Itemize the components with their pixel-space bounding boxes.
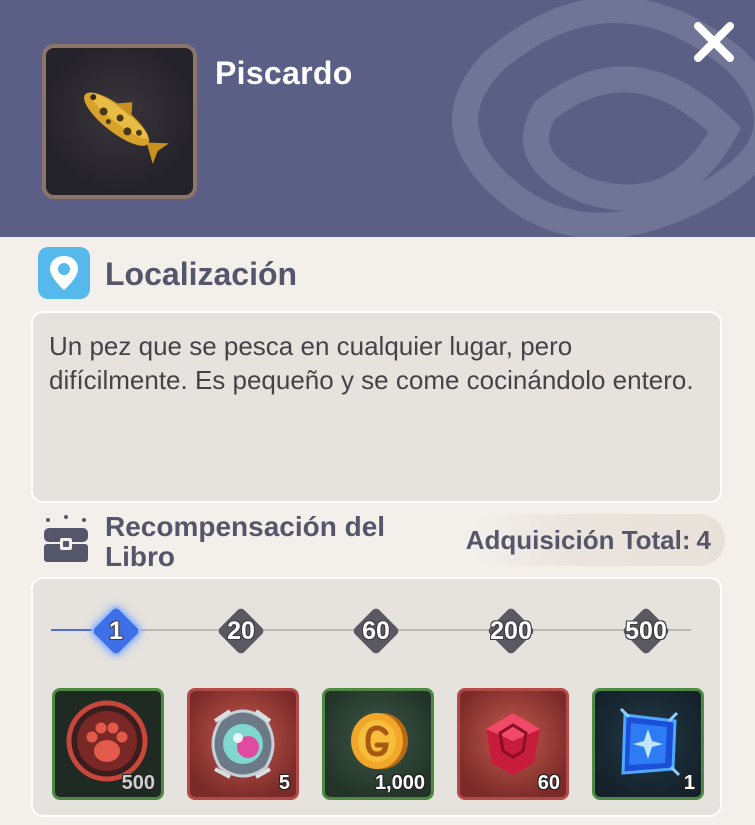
reward-slot-2[interactable]: 5 [187, 688, 299, 800]
close-button[interactable] [688, 16, 740, 68]
close-icon [694, 22, 734, 62]
milestone-label: 20 [227, 616, 255, 645]
reward-slot-5[interactable]: 1 [592, 688, 704, 800]
milestone-200[interactable]: 200 [486, 606, 536, 656]
reward-quantity: 500 [121, 772, 155, 794]
milestone-label: 500 [625, 616, 667, 645]
map-pin-icon [50, 256, 78, 290]
milestone-20[interactable]: 20 [216, 606, 266, 656]
item-header: Piscardo [0, 0, 755, 237]
golden-fish-icon [84, 92, 169, 164]
book-reward-title: Recompensación del Libro [105, 511, 386, 572]
total-acquisition-badge: Adquisición Total: 4 [466, 514, 725, 566]
milestone-label: 60 [362, 616, 390, 645]
location-section-icon [38, 247, 90, 299]
milestone-60[interactable]: 60 [351, 606, 401, 656]
reward-slot-1[interactable]: 500 [52, 688, 164, 800]
item-name: Piscardo [215, 55, 353, 91]
reward-slot-4[interactable]: 60 [457, 688, 569, 800]
location-section-title: Localización [105, 256, 298, 292]
reward-quantity: 5 [278, 772, 290, 794]
milestone-label: 1 [109, 616, 123, 645]
milestone-500[interactable]: 500 [621, 606, 671, 656]
reward-slot-3[interactable]: 1,000 [322, 688, 434, 800]
item-description: Un pez que se pesca en cualquier lugar, … [49, 331, 694, 395]
item-description-box: Un pez que se pesca en cualquier lugar, … [31, 311, 722, 503]
treasure-chest-icon [40, 514, 92, 564]
total-acquisition-label: Adquisición Total: [465, 524, 691, 555]
total-acquisition-count: 4 [696, 524, 711, 555]
milestone-label: 200 [490, 616, 532, 645]
reward-quantity: 1,000 [374, 772, 425, 794]
reward-quantity: 60 [537, 772, 560, 794]
reward-quantity: 1 [683, 772, 695, 794]
reward-track: 1 20 60 200 500 500 5 1,000 60 1 [31, 577, 722, 817]
milestone-1[interactable]: 1 [91, 606, 141, 656]
item-icon-frame [42, 44, 197, 199]
